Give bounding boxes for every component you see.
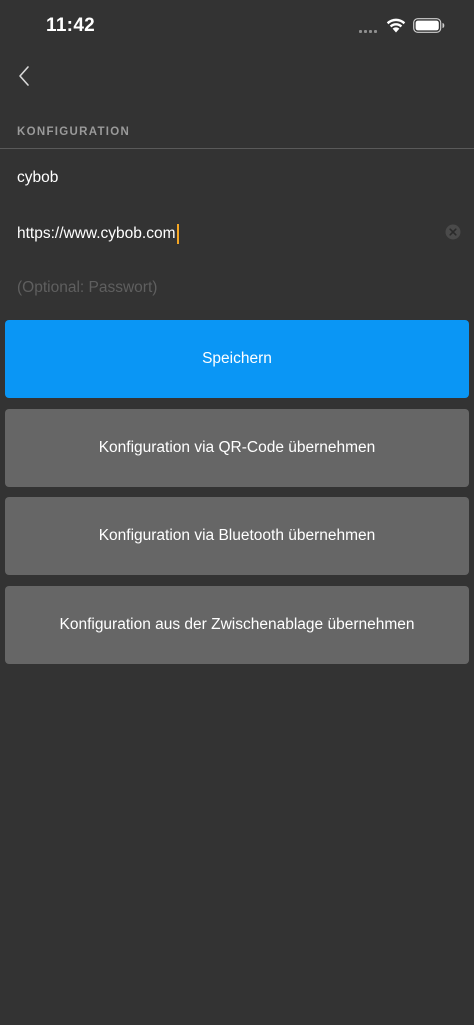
clear-circle-icon[interactable]	[445, 224, 461, 240]
section-header: KONFIGURATION	[17, 126, 131, 138]
bluetooth-config-button[interactable]: Konfiguration via Bluetooth übernehmen	[5, 497, 469, 575]
chevron-left-icon[interactable]	[12, 62, 38, 90]
wifi-icon	[386, 18, 406, 33]
text-cursor	[176, 224, 179, 244]
username-field[interactable]: cybob	[17, 169, 58, 187]
url-field[interactable]: https://www.cybob.com	[17, 224, 179, 244]
status-time: 11:42	[46, 15, 96, 36]
section-divider	[0, 148, 474, 149]
status-bar: 11:42	[0, 0, 474, 54]
password-field[interactable]: (Optional: Passwort)	[17, 279, 157, 297]
clipboard-config-button[interactable]: Konfiguration aus der Zwischenablage übe…	[5, 586, 469, 664]
screen: 11:42 KONFIGURATION cybob https://www.cy…	[0, 0, 474, 1025]
save-button[interactable]: Speichern	[5, 320, 469, 398]
qr-config-button[interactable]: Konfiguration via QR-Code übernehmen	[5, 409, 469, 487]
battery-icon	[413, 18, 445, 33]
url-field-value: https://www.cybob.com	[17, 225, 176, 242]
cellular-signal-icon	[359, 30, 377, 33]
